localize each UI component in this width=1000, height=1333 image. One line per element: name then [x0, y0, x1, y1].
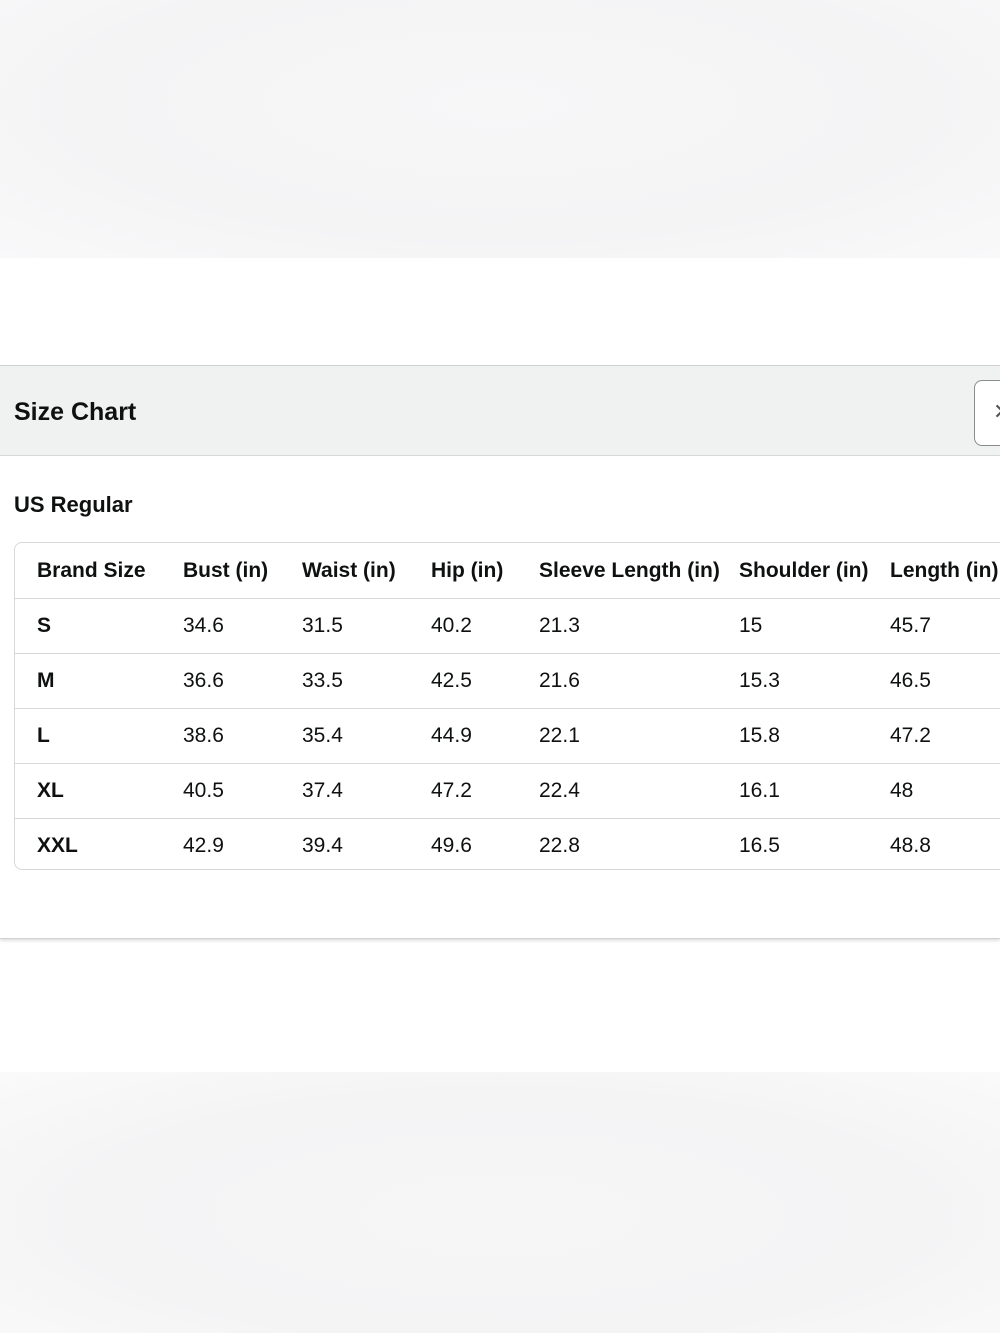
table-header-row: Brand Size Bust (in) Waist (in) Hip (in)…	[15, 543, 1000, 599]
cell-waist: 31.5	[280, 598, 409, 654]
cell-length: 45.7	[868, 598, 1000, 654]
cell-size: L	[15, 708, 161, 764]
cell-shoulder: 16.5	[739, 834, 780, 857]
size-table: Brand Size Bust (in) Waist (in) Hip (in)…	[15, 543, 1000, 870]
header-length: Length (in)	[868, 543, 1000, 599]
cell-length: 48.8	[890, 834, 931, 857]
header-brand-size: Brand Size	[15, 543, 161, 599]
header-hip: Hip (in)	[409, 543, 517, 599]
header-shoulder: Shoulder (in)	[717, 543, 869, 599]
cell-hip: 47.2	[409, 763, 517, 819]
table-row: L 38.6 35.4 44.9 22.1 15.8 47.2	[15, 708, 1000, 764]
cell-hip: 49.6	[431, 834, 472, 857]
cell-waist: 37.4	[280, 763, 409, 819]
cell-length: 46.5	[868, 653, 1000, 709]
cell-sleeve-length: 22.4	[517, 763, 717, 819]
cell-sleeve-length: 21.3	[517, 598, 717, 654]
cell-shoulder: 15.3	[717, 653, 868, 709]
cell-size: S	[15, 598, 161, 654]
cell-hip: 40.2	[409, 598, 517, 654]
cell-size: XL	[15, 763, 161, 819]
popover-header: Size Chart ✕	[0, 366, 1000, 456]
cell-sleeve-length: 21.6	[517, 653, 717, 709]
cell-sleeve-length: 22.8	[539, 834, 580, 857]
background-bottom	[0, 1072, 1000, 1333]
header-waist: Waist (in)	[280, 543, 409, 599]
cell-shoulder: 15.8	[717, 708, 868, 764]
table-row: XL 40.5 37.4 47.2 22.4 16.1 48	[15, 763, 1000, 819]
cell-bust: 36.6	[161, 653, 280, 709]
cell-bust: 38.6	[161, 708, 280, 764]
table-row: S 34.6 31.5 40.2 21.3 15 45.7	[15, 598, 1000, 654]
header-bust: Bust (in)	[161, 543, 280, 599]
close-icon: ✕	[993, 401, 1000, 423]
cell-length: 48	[868, 763, 1000, 819]
cell-waist: 33.5	[280, 653, 409, 709]
cell-hip: 44.9	[409, 708, 517, 764]
table-row: XXL 42.9 39.4 49.6 22.8 16.5 48.8	[15, 819, 1000, 870]
cell-bust: 40.5	[161, 763, 280, 819]
cell-shoulder: 15	[717, 598, 868, 654]
close-button[interactable]: ✕	[974, 380, 1000, 446]
background-top	[0, 0, 1000, 258]
cell-waist: 35.4	[280, 708, 409, 764]
popover-title: Size Chart	[14, 398, 137, 426]
cell-size: XXL	[37, 834, 78, 857]
section-title-us-regular: US Regular	[14, 492, 133, 517]
cell-length: 47.2	[868, 708, 1000, 764]
cell-sleeve-length: 22.1	[517, 708, 717, 764]
cell-bust: 34.6	[161, 598, 280, 654]
header-sleeve-length: Sleeve Length (in)	[517, 543, 720, 599]
cell-bust: 42.9	[183, 834, 224, 857]
cell-size: M	[15, 653, 161, 709]
size-chart-popover: Size Chart ✕ US Regular Brand Size Bust …	[0, 365, 1000, 939]
size-table-container: Brand Size Bust (in) Waist (in) Hip (in)…	[14, 542, 1000, 870]
cell-hip: 42.5	[409, 653, 517, 709]
table-row: M 36.6 33.5 42.5 21.6 15.3 46.5	[15, 653, 1000, 709]
cell-shoulder: 16.1	[717, 763, 868, 819]
cell-waist: 39.4	[302, 834, 343, 857]
